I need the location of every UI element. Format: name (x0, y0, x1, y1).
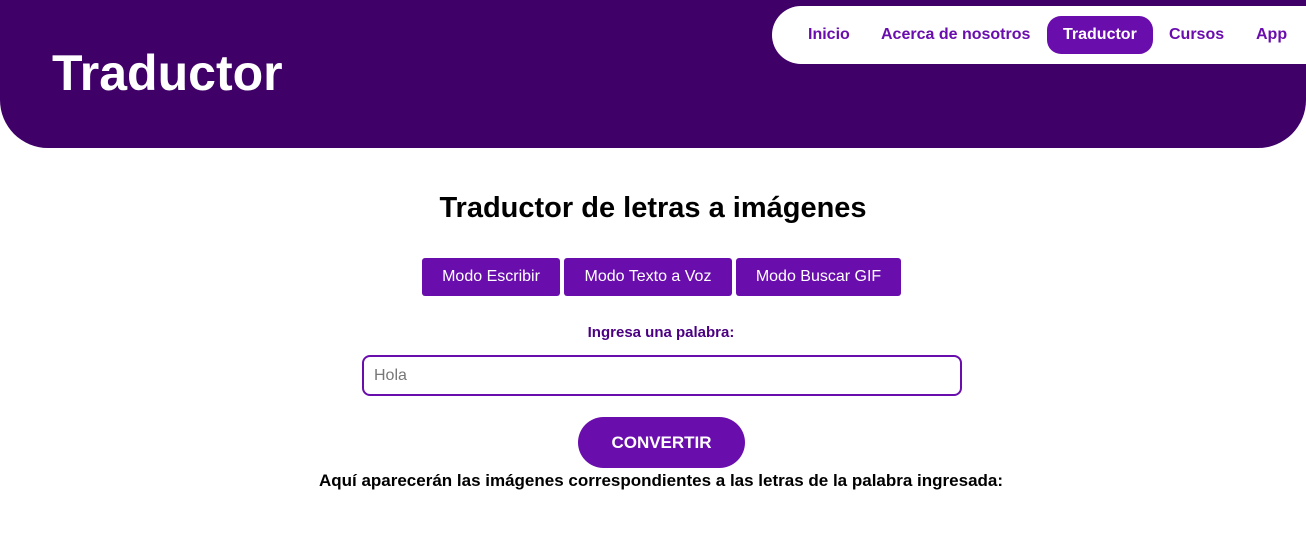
nav-item-cursos[interactable]: Cursos (1169, 16, 1224, 54)
mode-texto-a-voz-button[interactable]: Modo Texto a Voz (564, 258, 732, 296)
nav-item-acerca[interactable]: Acerca de nosotros (881, 16, 1030, 54)
convert-button[interactable]: CONVERTIR (578, 417, 745, 468)
result-description: Aquí aparecerán las imágenes correspondi… (318, 471, 1004, 490)
word-input-label: Ingresa una palabra: (587, 324, 735, 341)
site-header: Traductor Inicio Acerca de nosotros Trad… (0, 0, 1306, 148)
mode-escribir-button[interactable]: Modo Escribir (422, 258, 560, 296)
mode-buscar-gif-button[interactable]: Modo Buscar GIF (736, 258, 901, 296)
site-title: Traductor (52, 45, 283, 101)
nav-item-traductor[interactable]: Traductor (1047, 16, 1153, 54)
nav-item-app[interactable]: App (1256, 16, 1287, 54)
nav-item-inicio[interactable]: Inicio (808, 16, 850, 54)
page-title: Traductor de letras a imágenes (439, 192, 867, 224)
word-input[interactable] (362, 355, 962, 396)
main-nav: Inicio Acerca de nosotros Traductor Curs… (772, 6, 1306, 64)
